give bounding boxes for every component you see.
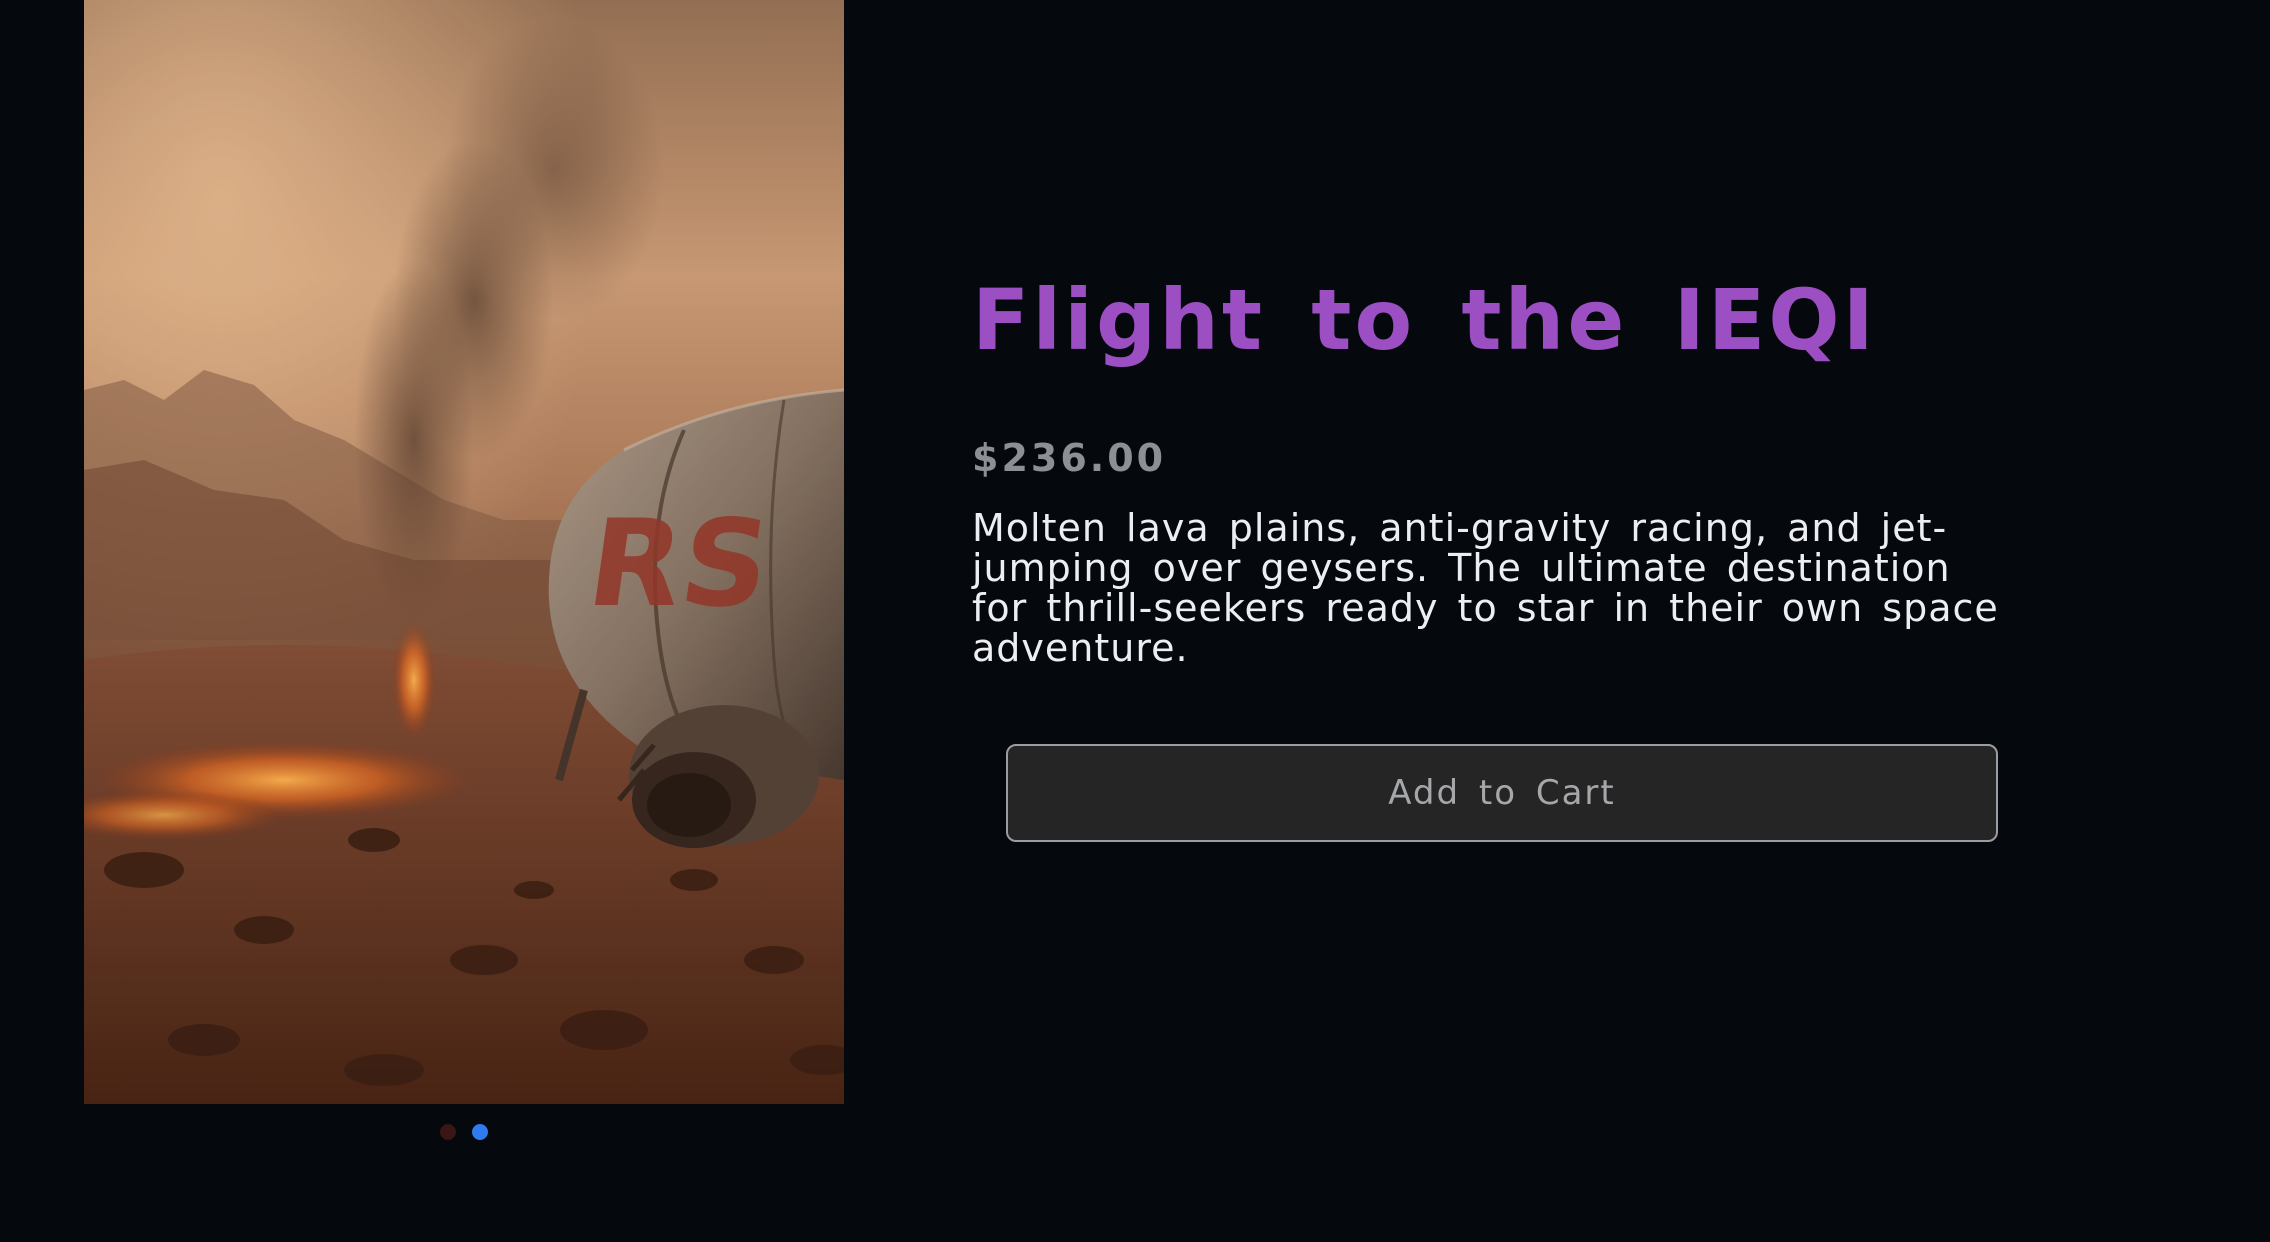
crashed-ship-desert-illustration: RS	[84, 0, 844, 1104]
product-price: $236.00	[972, 436, 1167, 480]
product-title: Flight to the IEQI	[972, 271, 1877, 369]
product-image: RS	[84, 0, 844, 1104]
add-to-cart-button[interactable]: Add to Cart	[1006, 744, 1998, 842]
carousel-dot-1[interactable]	[440, 1124, 456, 1140]
carousel-indicators	[84, 1122, 844, 1142]
carousel-dot-2[interactable]	[472, 1124, 488, 1140]
product-page: RS Flight to the IEQI $236.00 Molten lav…	[0, 0, 2270, 1242]
product-description: Molten lava plains, anti-gravity racing,…	[972, 506, 1999, 670]
product-info: Flight to the IEQI $236.00 Molten lava p…	[972, 260, 2032, 668]
